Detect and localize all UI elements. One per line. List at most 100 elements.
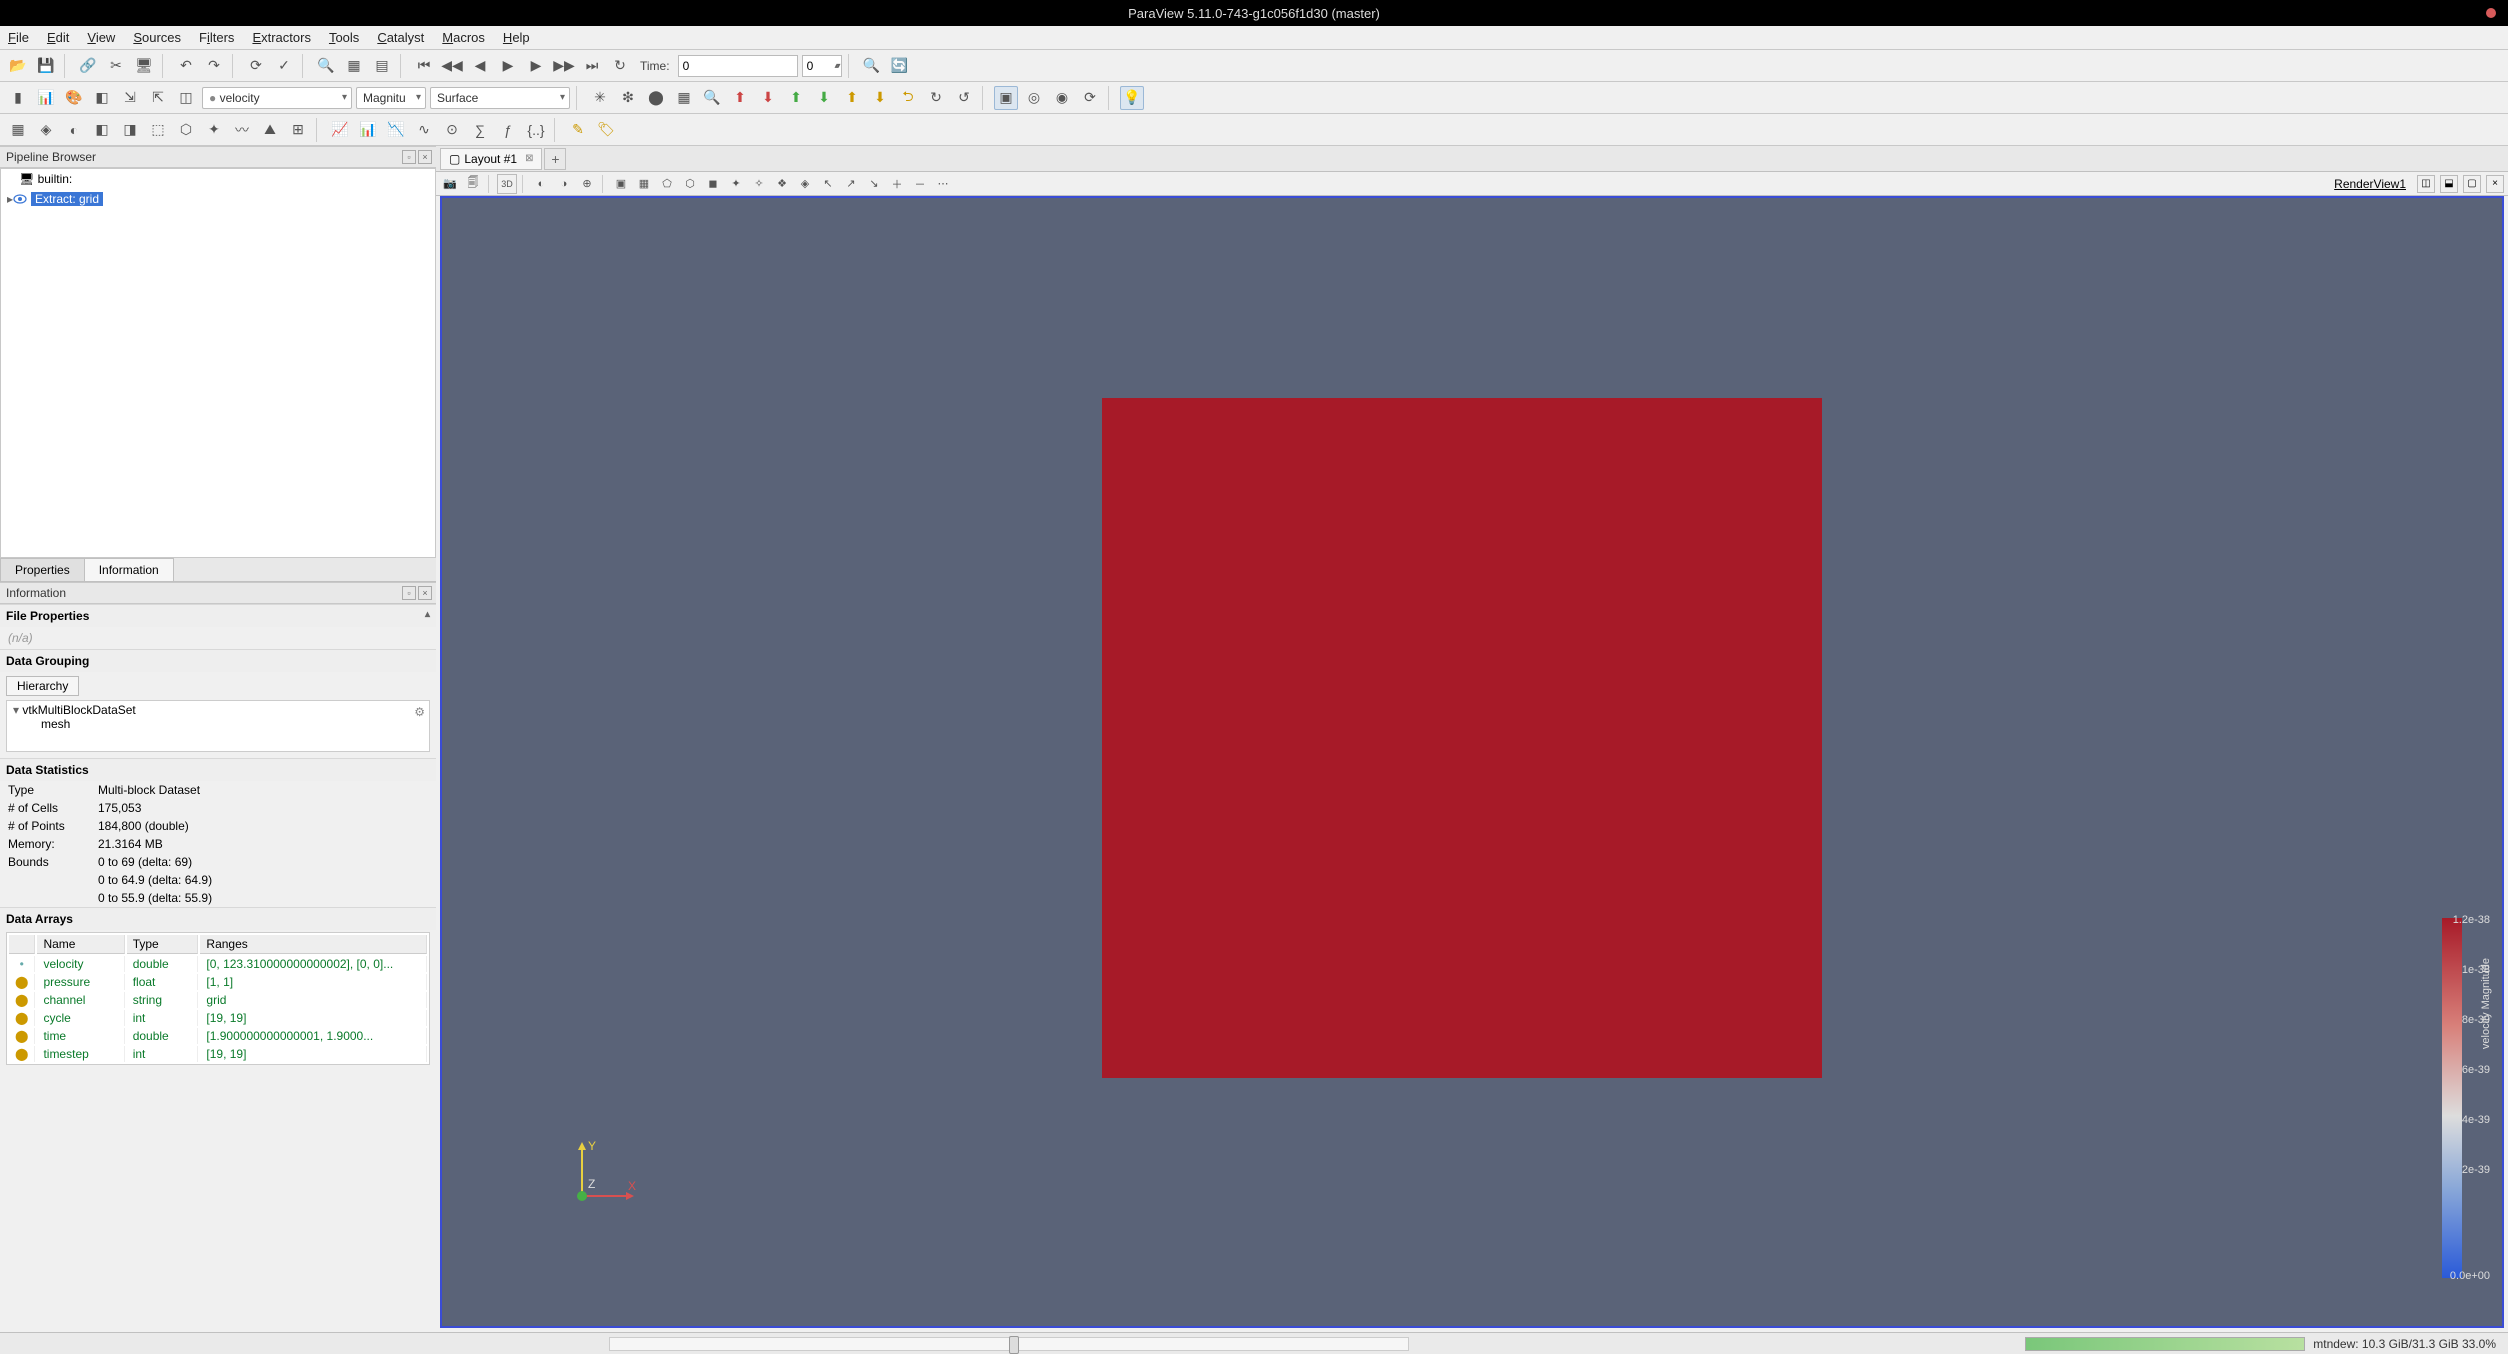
time-input[interactable] <box>678 55 798 77</box>
rotate-icon[interactable]: 🔄 <box>888 54 912 78</box>
menu-filters[interactable]: Filters <box>199 30 234 45</box>
menu-view[interactable]: View <box>87 30 115 45</box>
hover-points-icon[interactable]: ◈ <box>795 174 815 194</box>
grid-axes-icon[interactable]: ▦ <box>672 86 696 110</box>
server-icon[interactable]: 🖥 <box>132 54 156 78</box>
camera-undo-icon[interactable]: ◐ <box>531 174 551 194</box>
select-points-icon[interactable]: ◎ <box>1022 86 1046 110</box>
copy-screenshot-icon[interactable]: 🗐 <box>463 174 483 194</box>
rescale-visible-icon[interactable]: ◫ <box>174 86 198 110</box>
array-row[interactable]: ⬤timedouble[1.900000000000001, 1.9000... <box>9 1028 427 1044</box>
col-name[interactable]: Name <box>37 935 124 954</box>
python-calc-icon[interactable]: ƒ <box>496 118 520 142</box>
redo-icon[interactable]: ↷ <box>202 54 226 78</box>
array-row[interactable]: ⬤timestepint[19, 19] <box>9 1046 427 1062</box>
undo-icon[interactable]: ↶ <box>174 54 198 78</box>
plot-line-icon[interactable]: 📈 <box>328 118 352 142</box>
array-row[interactable]: ⬤cycleint[19, 19] <box>9 1010 427 1026</box>
rescale-custom-icon[interactable]: ⇱ <box>146 86 170 110</box>
screenshot-icon[interactable]: 📷 <box>440 174 460 194</box>
menu-extractors[interactable]: Extractors <box>252 30 311 45</box>
zoom-closest-icon[interactable]: 🔍 <box>700 86 724 110</box>
point-data-icon[interactable]: ◈ <box>34 118 58 142</box>
open-icon[interactable]: 📂 <box>6 54 30 78</box>
mode-3d-button[interactable]: 3D <box>497 174 517 194</box>
vcr-prev-icon[interactable]: ◀ <box>468 54 492 78</box>
find-icon[interactable]: 🔍 <box>314 54 338 78</box>
data-arrays-table[interactable]: Name Type Ranges •velocitydouble[0, 123.… <box>6 932 430 1065</box>
menu-edit[interactable]: Edit <box>47 30 69 45</box>
stream-icon[interactable]: 〰 <box>230 118 254 142</box>
reset-camera-icon[interactable]: ✳ <box>588 86 612 110</box>
light-icon[interactable]: 💡 <box>1120 86 1144 110</box>
rotate-90-icon[interactable]: ↺ <box>952 86 976 110</box>
plot-over-icon[interactable]: ∿ <box>412 118 436 142</box>
pipeline-item[interactable]: ▸ Extract: grid <box>1 189 435 209</box>
slider-handle-icon[interactable] <box>1009 1336 1019 1354</box>
data-grouping-header[interactable]: Data Grouping <box>0 649 436 672</box>
zoom-to-box-icon[interactable]: 🔍 <box>860 54 884 78</box>
menu-macros[interactable]: Macros <box>442 30 485 45</box>
hover-cells-icon[interactable]: ❖ <box>772 174 792 194</box>
time-index-spin[interactable]: 0 <box>802 55 842 77</box>
minusx-icon[interactable]: ⬇ <box>756 86 780 110</box>
isometric-icon[interactable]: ⮌ <box>896 86 920 110</box>
close-tab-icon[interactable]: ⊠ <box>525 153 533 164</box>
toggle-selection-icon[interactable]: ⋯ <box>933 174 953 194</box>
text-icon[interactable]: {..} <box>524 118 548 142</box>
array-combo[interactable]: ● velocity <box>202 87 352 109</box>
gear-icon[interactable]: ⚙ <box>414 705 425 719</box>
interactive-sel-points-icon[interactable]: ✧ <box>749 174 769 194</box>
cell-data-icon[interactable]: ▦ <box>6 118 30 142</box>
layout-tab-1[interactable]: ▢ Layout #1 ⊠ <box>440 148 542 170</box>
pipeline-browser[interactable]: 🖥 builtin: ▸ Extract: grid <box>0 168 436 558</box>
rescale-icon[interactable]: ⇲ <box>118 86 142 110</box>
vcr-play-icon[interactable]: ▶ <box>496 54 520 78</box>
vcr-fwd-icon[interactable]: ▶▶ <box>552 54 576 78</box>
show-scalar-bar-icon[interactable]: 📊 <box>34 86 58 110</box>
pick-center-icon[interactable]: ⊕ <box>577 174 597 194</box>
minusy-icon[interactable]: ⬇ <box>812 86 836 110</box>
extract-icon[interactable]: ⬡ <box>174 118 198 142</box>
menu-tools[interactable]: Tools <box>329 30 359 45</box>
array-row[interactable]: ⬤channelstringgrid <box>9 992 427 1008</box>
split-v-icon[interactable]: ⬓ <box>2440 175 2458 193</box>
hierarchy-tree[interactable]: ⚙ ▾ vtkMultiBlockDataSet mesh <box>6 700 430 752</box>
array-row[interactable]: •velocitydouble[0, 123.310000000000002],… <box>9 956 427 972</box>
annotation-icon[interactable]: 🏷 <box>594 118 618 142</box>
file-properties-header[interactable]: File Properties▴ <box>0 604 436 627</box>
calc-icon[interactable]: ∑ <box>468 118 492 142</box>
menu-file[interactable]: File <box>8 30 29 45</box>
ruler-icon[interactable]: ✎ <box>566 118 590 142</box>
select-points-poly-icon[interactable]: ⬡ <box>680 174 700 194</box>
histogram-icon[interactable]: 📊 <box>356 118 380 142</box>
group-icon[interactable]: ⊞ <box>286 118 310 142</box>
disconnect-icon[interactable]: ✂ <box>104 54 128 78</box>
connect-icon[interactable]: 🔗 <box>76 54 100 78</box>
contour-icon[interactable]: ◐ <box>62 118 86 142</box>
col-ranges[interactable]: Ranges <box>200 935 427 954</box>
grow-selection-icon[interactable]: ↗ <box>841 174 861 194</box>
select-points-on-icon[interactable]: ▦ <box>634 174 654 194</box>
panel-float-icon[interactable]: ▫ <box>402 150 416 164</box>
subtract-selection-icon[interactable]: － <box>910 174 930 194</box>
color-legend[interactable] <box>2442 918 2462 1278</box>
select-poly-icon[interactable]: ◉ <box>1050 86 1074 110</box>
probe-icon[interactable]: ⊙ <box>440 118 464 142</box>
panel-close-icon[interactable]: × <box>418 150 432 164</box>
reload-icon[interactable]: ⟳ <box>244 54 268 78</box>
slice-icon[interactable]: ◨ <box>118 118 142 142</box>
clip-icon[interactable]: ◧ <box>90 118 114 142</box>
representation-combo[interactable]: Surface <box>430 87 570 109</box>
panel-close-icon[interactable]: × <box>418 586 432 600</box>
minusz-icon[interactable]: ⬇ <box>868 86 892 110</box>
select-surface-icon[interactable]: ▣ <box>994 86 1018 110</box>
rotate90-icon[interactable]: ↻ <box>924 86 948 110</box>
hierarchy-button[interactable]: Hierarchy <box>6 676 79 696</box>
array-row[interactable]: ⬤pressurefloat[1, 1] <box>9 974 427 990</box>
menu-catalyst[interactable]: Catalyst <box>377 30 424 45</box>
col-type[interactable]: Type <box>127 935 199 954</box>
panel-float-icon[interactable]: ▫ <box>402 586 416 600</box>
color-by-icon[interactable]: ▮ <box>6 86 30 110</box>
sep-color-icon[interactable]: ◧ <box>90 86 114 110</box>
